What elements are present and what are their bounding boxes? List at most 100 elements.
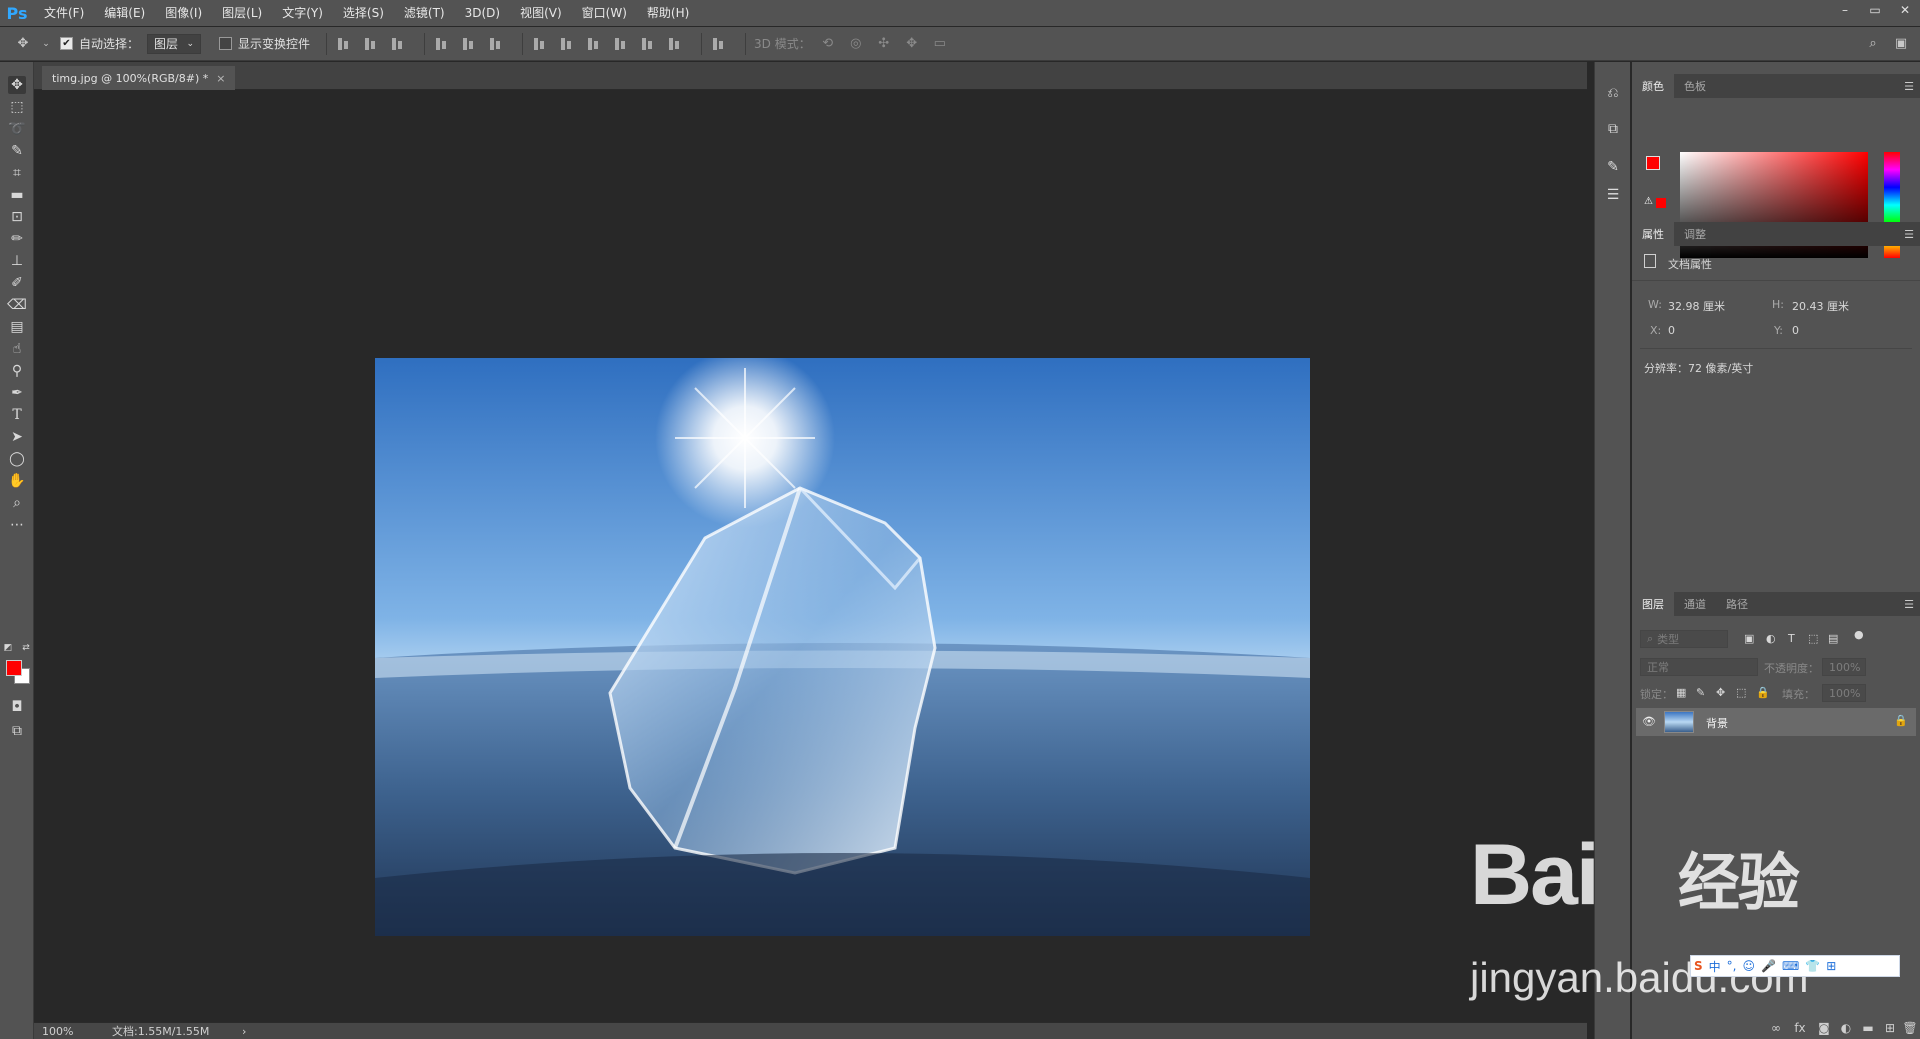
tab-layers[interactable]: 图层 (1632, 592, 1674, 616)
menu-edit[interactable]: 编辑(E) (94, 0, 155, 26)
adjustments-panel-icon[interactable]: ☰ (1604, 186, 1622, 204)
zoom-level[interactable]: 100% (42, 1025, 112, 1038)
default-colors-icon[interactable]: ◩ (2, 642, 14, 654)
close-window-button[interactable]: ✕ (1890, 0, 1920, 20)
tab-swatches[interactable]: 色板 (1674, 74, 1716, 98)
ruler-tool-icon[interactable]: ▬ (8, 186, 26, 204)
brush-tool-icon[interactable]: ✏ (8, 230, 26, 248)
distribute-bottom-icon[interactable] (585, 36, 601, 52)
stamp-tool-icon[interactable]: ⊥ (8, 252, 26, 270)
align-right-icon[interactable] (487, 36, 503, 52)
tab-color[interactable]: 颜色 (1632, 74, 1674, 98)
x-value[interactable]: 0 (1668, 324, 1675, 337)
libraries-panel-icon[interactable]: ⧉ (1604, 120, 1622, 138)
tab-adjustments[interactable]: 调整 (1674, 222, 1716, 246)
ime-skin-icon[interactable]: 👕 (1805, 959, 1820, 973)
3d-pan-icon[interactable]: ✣ (875, 35, 893, 53)
gradient-tool-icon[interactable]: ▤ (8, 318, 26, 336)
3d-slide-icon[interactable]: ✥ (903, 35, 921, 53)
gamut-warning-icon[interactable]: ⚠ (1644, 196, 1653, 207)
document-image[interactable] (375, 358, 1310, 936)
blend-mode-dropdown[interactable]: 正常 (1640, 658, 1758, 676)
ime-emoji-icon[interactable]: ☺ (1743, 959, 1756, 973)
eye-icon[interactable]: 👁 (1642, 715, 1656, 728)
hand-tool-icon[interactable]: ✋ (8, 472, 26, 490)
3d-roll-icon[interactable]: ◎ (847, 35, 865, 53)
marquee-tool-icon[interactable]: ⬚ (8, 98, 26, 116)
add-mask-icon[interactable]: ◙ (1816, 1020, 1832, 1036)
align-left-icon[interactable] (433, 36, 449, 52)
tab-paths[interactable]: 路径 (1716, 592, 1758, 616)
filter-shape-icon[interactable]: ⬚ (1808, 632, 1818, 645)
filter-smart-object-icon[interactable]: ▤ (1828, 632, 1838, 645)
auto-select-target-dropdown[interactable]: 图层 ⌄ (147, 33, 202, 54)
move-tool-icon[interactable]: ✥ (8, 76, 26, 94)
y-value[interactable]: 0 (1792, 324, 1799, 337)
crop-tool-icon[interactable]: ⌗ (8, 164, 26, 182)
adjustment-layer-icon[interactable]: ◐ (1838, 1020, 1854, 1036)
menu-type[interactable]: 文字(Y) (272, 0, 333, 26)
panel-menu-icon[interactable]: ☰ (1904, 598, 1914, 611)
tab-channels[interactable]: 通道 (1674, 592, 1716, 616)
menu-layer[interactable]: 图层(L) (212, 0, 272, 26)
ime-logo-icon[interactable]: S (1694, 959, 1703, 973)
distribute-left-icon[interactable] (612, 36, 628, 52)
lock-artboard-icon[interactable]: ⬚ (1736, 686, 1746, 699)
align-vcenter-icon[interactable] (362, 36, 378, 52)
filter-type-icon[interactable]: T (1788, 632, 1795, 645)
link-layers-icon[interactable]: ∞ (1768, 1020, 1784, 1036)
path-select-tool-icon[interactable]: ➤ (8, 428, 26, 446)
minimize-button[interactable]: – (1830, 0, 1860, 20)
lasso-tool-icon[interactable]: ➰ (8, 120, 26, 138)
lock-position-icon[interactable]: ✥ (1716, 686, 1725, 699)
restore-button[interactable]: ▭ (1860, 0, 1890, 20)
layer-filter-dropdown[interactable]: ⌕ 类型 (1640, 630, 1728, 648)
auto-align-icon[interactable] (710, 36, 726, 52)
menu-view[interactable]: 视图(V) (510, 0, 572, 26)
align-bottom-icon[interactable] (389, 36, 405, 52)
canvas-area[interactable] (34, 90, 1587, 1022)
eraser-tool-icon[interactable]: ⌫ (7, 296, 27, 314)
align-top-icon[interactable] (335, 36, 351, 52)
filter-pixel-icon[interactable]: ▣ (1744, 632, 1754, 645)
filter-toggle-icon[interactable]: ● (1854, 628, 1864, 641)
distribute-hcenter-icon[interactable] (639, 36, 655, 52)
history-brush-tool-icon[interactable]: ✐ (8, 274, 26, 292)
ime-keyboard-icon[interactable]: ⌨ (1782, 959, 1799, 973)
align-hcenter-icon[interactable] (460, 36, 476, 52)
opacity-input[interactable]: 100% (1822, 658, 1866, 676)
menu-file[interactable]: 文件(F) (34, 0, 94, 26)
type-tool-icon[interactable]: T (8, 406, 26, 424)
show-transform-checkbox[interactable] (219, 37, 233, 50)
panel-fg-color-swatch[interactable] (1646, 156, 1660, 170)
quick-mask-icon[interactable]: ◘ (8, 698, 26, 716)
workspace-switcher-icon[interactable]: ▣ (1892, 35, 1910, 53)
menu-select[interactable]: 选择(S) (333, 0, 394, 26)
layer-style-icon[interactable]: fx (1792, 1020, 1808, 1036)
auto-select-checkbox[interactable]: ✔ (60, 37, 73, 50)
3d-scale-icon[interactable]: ▭ (931, 35, 949, 53)
delete-layer-icon[interactable]: 🗑 (1902, 1020, 1918, 1036)
move-tool-preset-icon[interactable]: ✥ (14, 35, 32, 53)
ime-mode-icon[interactable]: 中 (1709, 958, 1721, 975)
ime-voice-icon[interactable]: 🎤 (1761, 959, 1776, 973)
new-layer-icon[interactable]: ⊞ (1882, 1020, 1898, 1036)
zoom-tool-icon[interactable]: ⌕ (8, 494, 26, 512)
dodge-tool-icon[interactable]: ⚲ (8, 362, 26, 380)
chevron-down-icon[interactable]: ⌄ (42, 35, 50, 53)
quick-select-tool-icon[interactable]: ✎ (8, 142, 26, 160)
screen-mode-icon[interactable]: ⧉ (8, 722, 26, 740)
filter-adjustment-icon[interactable]: ◐ (1766, 632, 1776, 645)
pen-tool-icon[interactable]: ✒ (8, 384, 26, 402)
layer-row-background[interactable]: 👁 背景 🔒 (1636, 708, 1916, 736)
menu-window[interactable]: 窗口(W) (572, 0, 637, 26)
status-menu-arrow[interactable]: › (242, 1025, 246, 1038)
menu-help[interactable]: 帮助(H) (637, 0, 699, 26)
brush-settings-icon[interactable]: ✎ (1604, 158, 1622, 176)
foreground-color-swatch[interactable] (6, 660, 22, 676)
distribute-top-icon[interactable] (531, 36, 547, 52)
ime-menu-icon[interactable]: ⊞ (1826, 959, 1836, 973)
close-icon[interactable]: × (216, 72, 225, 85)
height-value[interactable]: 20.43 厘米 (1792, 298, 1849, 314)
menu-filter[interactable]: 滤镜(T) (394, 0, 455, 26)
